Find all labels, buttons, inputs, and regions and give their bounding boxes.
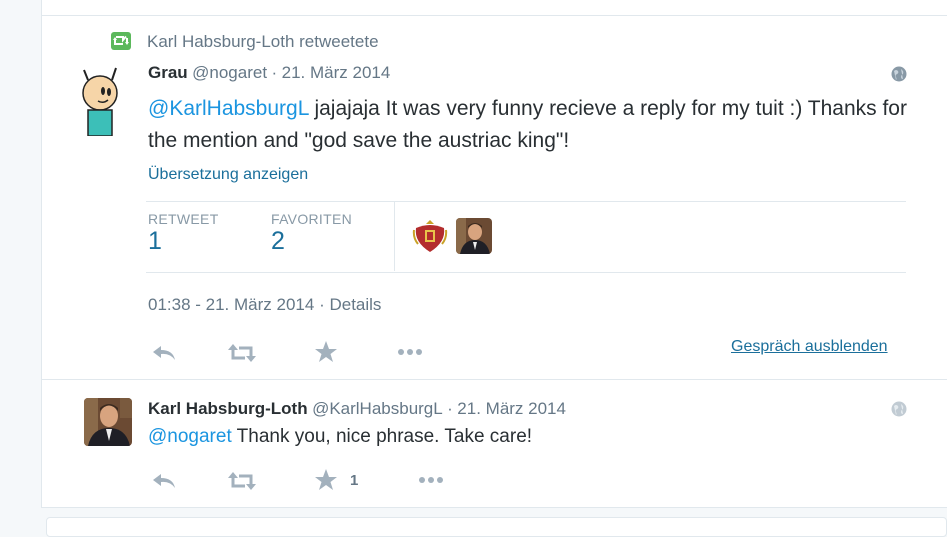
meta-separator: ·: [319, 295, 325, 314]
star-icon[interactable]: [314, 340, 342, 362]
tweet-date[interactable]: 21. März 2014: [282, 63, 391, 82]
translate-link[interactable]: Übersetzung anzeigen: [148, 166, 308, 184]
retweet-icon[interactable]: [227, 470, 256, 492]
more-dots-icon[interactable]: [396, 346, 424, 368]
globe-icon: [891, 66, 907, 82]
details-link[interactable]: Details: [329, 295, 381, 314]
favoriter-avatar-karl[interactable]: [456, 218, 492, 254]
more-dots-icon[interactable]: [417, 474, 445, 496]
tweet-date[interactable]: 21. März 2014: [457, 399, 566, 418]
retweet-stat[interactable]: RETWEET 1: [148, 211, 219, 256]
globe-icon: [891, 401, 907, 417]
next-item-edge: [46, 517, 947, 537]
retweet-stat-label: RETWEET: [148, 211, 219, 227]
retweet-icon[interactable]: [227, 342, 256, 364]
avatar[interactable]: [84, 398, 132, 446]
hide-conversation-link[interactable]: Gespräch ausblenden: [731, 338, 888, 356]
tweet-header: Karl Habsburg-Loth @KarlHabsburgL · 21. …: [148, 399, 566, 419]
reply-icon[interactable]: [150, 342, 178, 364]
favorite-count: 1: [350, 472, 359, 489]
author-name[interactable]: Grau: [148, 63, 188, 82]
separator: ·: [271, 63, 278, 82]
tweet-body: Thank you, nice phrase. Take care!: [231, 426, 533, 447]
retweet-stat-count: 1: [148, 227, 162, 255]
star-icon[interactable]: [314, 468, 342, 490]
author-name[interactable]: Karl Habsburg-Loth: [148, 399, 308, 418]
retweet-context-icon: [111, 32, 131, 50]
tweet-text: @nogaret Thank you, nice phrase. Take ca…: [148, 426, 532, 448]
reply-icon[interactable]: [150, 470, 178, 492]
tweet-meta: 01:38 - 21. März 2014 · Details: [148, 295, 381, 315]
separator: ·: [447, 399, 453, 418]
mention-link[interactable]: @nogaret: [148, 426, 232, 447]
tweet-text: @KarlHabsburgL jajajaja It was very funn…: [148, 93, 908, 157]
avatar[interactable]: [76, 64, 124, 137]
favoriter-avatar-coat-of-arms[interactable]: [412, 218, 448, 254]
retweet-context-text[interactable]: Karl Habsburg-Loth retweetete: [147, 32, 379, 52]
mention-link[interactable]: @KarlHabsburgL: [148, 97, 309, 120]
favorites-stat[interactable]: FAVORITEN 2: [271, 211, 352, 256]
author-handle[interactable]: @KarlHabsburgL: [312, 399, 443, 418]
tweet-header: Grau @nogaret · 21. März 2014: [148, 63, 390, 83]
previous-item-edge: [41, 0, 947, 15]
stats-divider: [394, 201, 395, 271]
tweet-stats: [146, 201, 906, 273]
tweet-timestamp[interactable]: 01:38 - 21. März 2014: [148, 295, 314, 314]
favorites-stat-label: FAVORITEN: [271, 211, 353, 227]
favorites-stat-count: 2: [271, 227, 285, 255]
author-handle[interactable]: @nogaret: [192, 63, 267, 82]
